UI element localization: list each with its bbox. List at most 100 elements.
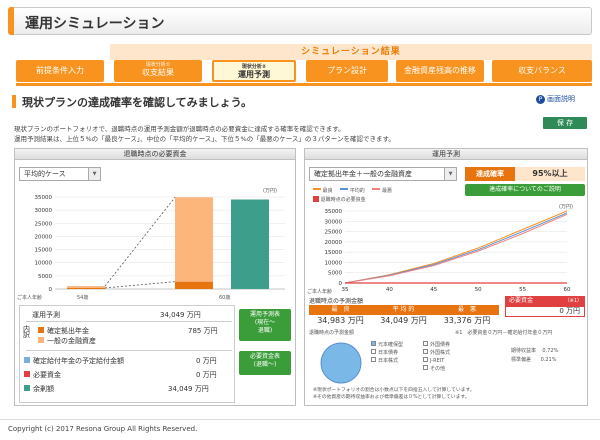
legend-need: 退職時点の必要資金 [313, 196, 366, 203]
bar-surplus [231, 199, 269, 289]
asset-select[interactable]: 確定拠出年金＋一般の金融資産 ▼ [309, 167, 457, 181]
bar-dc [175, 281, 213, 289]
general-row: 一般の金融資産 [38, 336, 96, 346]
btn-line: (現在〜 [254, 319, 276, 326]
y-tick-label: 20000 [35, 234, 53, 240]
need-col-label: 必要資金 [509, 297, 534, 304]
series-line [344, 210, 568, 284]
step-forecast-tab[interactable]: 現状分析② 運用予測 [212, 60, 296, 82]
step-balance-tab[interactable]: 金融資産残高の推移 [396, 60, 484, 82]
case-select[interactable]: 平均的ケース ▼ [19, 167, 101, 181]
legend-need-label: 退職時点の必要資金 [320, 197, 366, 203]
val-avg: 34,049 万円 [380, 316, 427, 325]
btn-line: 退職) [257, 327, 273, 334]
need-value: 0 万円 [196, 371, 217, 379]
app-window: 運用シミュレーション シミュレーション結果 前提条件入力 現状分析① 収支結果 現… [0, 0, 600, 440]
left-bar-chart: 0 5000 10000 15000 20000 25000 30000 35000 [35, 195, 285, 293]
stats: 期待収益率 0.72% 標準偏差 0.21% [511, 347, 558, 365]
asset-item: 日本債券 [371, 349, 403, 357]
title-bar: 運用シミュレーション [8, 7, 592, 35]
step-income-balance-tab[interactable]: 収支バランス [492, 60, 592, 82]
bar-general [67, 286, 105, 288]
need-table-button[interactable]: 必要資金表 (退職〜) [239, 351, 291, 375]
db-row: 確定給付年金の予定給付金額 [24, 356, 124, 366]
x-tick-label: 55 [519, 287, 526, 293]
help-icon: P [536, 95, 545, 104]
exp-return-label: 期待収益率 [511, 348, 537, 354]
rate-label: 達成確率 [465, 167, 515, 181]
forecast-value: 34,049 万円 [160, 311, 201, 319]
help-link[interactable]: P 画面説明 [536, 94, 575, 104]
chevron-down-icon: ▼ [88, 168, 100, 180]
copyright: Copyright (c) 2017 Resona Group All Righ… [0, 419, 600, 440]
need-row: 必要資金 [24, 370, 61, 380]
surplus-value: 34,049 万円 [168, 385, 209, 393]
save-button[interactable]: 保 存 [543, 117, 587, 129]
help-label: 画面説明 [547, 95, 575, 103]
col-avg: 平 均 的 [392, 306, 415, 313]
need-col-note: （※1） [564, 298, 582, 304]
y-tick-label: 25000 [325, 230, 343, 236]
ret-label: 退職時点の予測金額 [309, 298, 364, 305]
need-col-header: 必要資金 （※1） [505, 296, 585, 306]
val-worst: 33,376 万円 [443, 316, 491, 325]
legend: 最良 平均的 最悪 [313, 187, 392, 194]
step-label: 収支結果 [142, 68, 174, 77]
save-label: 保 存 [556, 119, 574, 127]
right-age-label: ご本人年齢 [307, 289, 333, 295]
surplus-swatch [24, 385, 30, 391]
legend-worst: 最悪 [382, 188, 393, 194]
std-value: 0.21% [540, 357, 557, 363]
breakdown-label: 内訳 [23, 325, 30, 339]
val-best: 34,983 万円 [317, 316, 364, 325]
btn-line: 必要資金表 [249, 353, 280, 360]
need-label: 必要資金 [33, 371, 61, 379]
left-age-label: ご本人年齢 [17, 295, 43, 301]
legend-best: 最良 [322, 188, 333, 194]
forecast-table-button[interactable]: 運用予測表 (現在〜 退職) [239, 309, 291, 341]
db-swatch [24, 357, 30, 363]
step-label: 前提条件入力 [36, 66, 84, 75]
divider [26, 321, 232, 322]
left-panel: 退職時点の必要資金 平均的ケース ▼ (万円) 0 5000 10000 15000 20… [14, 148, 296, 406]
legend-swatch [313, 188, 321, 190]
dc-row: 確定拠出年金 [38, 326, 89, 336]
left-age-end: 60歳 [219, 295, 231, 301]
rate-explain-label: 達成確率についてのご説明 [489, 186, 561, 193]
forecast-label: 運用予測 [32, 311, 60, 319]
step-label: 金融資産残高の推移 [404, 66, 476, 75]
need-swatch [24, 371, 30, 377]
btn-line: (退職〜) [253, 361, 277, 368]
step-label: 収支バランス [518, 66, 566, 75]
step-income-tab[interactable]: 現状分析① 収支結果 [114, 60, 202, 82]
pie-slice [320, 342, 362, 384]
dc-value: 785 万円 [188, 327, 218, 335]
heading-accent [12, 95, 16, 108]
step-input-tab[interactable]: 前提条件入力 [16, 60, 104, 82]
asset-item: 外国株式 [423, 349, 450, 357]
step-plan-tab[interactable]: プラン設計 [306, 60, 388, 82]
general-label: 一般の金融資産 [47, 337, 96, 345]
asset-legend-col2: 外国債券 外国株式 J-REIT その他 [423, 341, 450, 373]
asset-item: J-REIT [423, 357, 450, 365]
y-tick-label: 0 [49, 287, 53, 293]
x-tick-label: 45 [430, 287, 437, 293]
y-tick-label: 10000 [35, 261, 53, 267]
need-col-value: 0 万円 [505, 306, 585, 317]
surplus-row: 余剰額 [24, 384, 54, 394]
case-select-value: 平均的ケース [24, 170, 66, 178]
description: 現状プランのポートフォリオで、退職時点の運用予測金額が退職時点の必要資金に達成す… [14, 124, 534, 144]
divider [26, 350, 232, 351]
x-tick-label: 60 [564, 287, 571, 293]
y-tick-label: 5000 [328, 271, 342, 277]
connector-line [104, 197, 176, 287]
x-tick-label: 35 [342, 287, 349, 293]
y-tick-label: 15000 [35, 248, 53, 254]
step-label: 運用予測 [238, 70, 270, 79]
alloc-note: ※1 必要資金０万円－確定給付年金０万円 [455, 330, 553, 336]
y-tick-label: 20000 [325, 240, 343, 246]
asset-item: 日本株式 [371, 357, 403, 365]
rate-explain-button[interactable]: 達成確率についてのご説明 [465, 184, 585, 196]
col-best: 最 良 [331, 306, 350, 313]
sim-result-header: シミュレーション結果 [110, 44, 592, 60]
